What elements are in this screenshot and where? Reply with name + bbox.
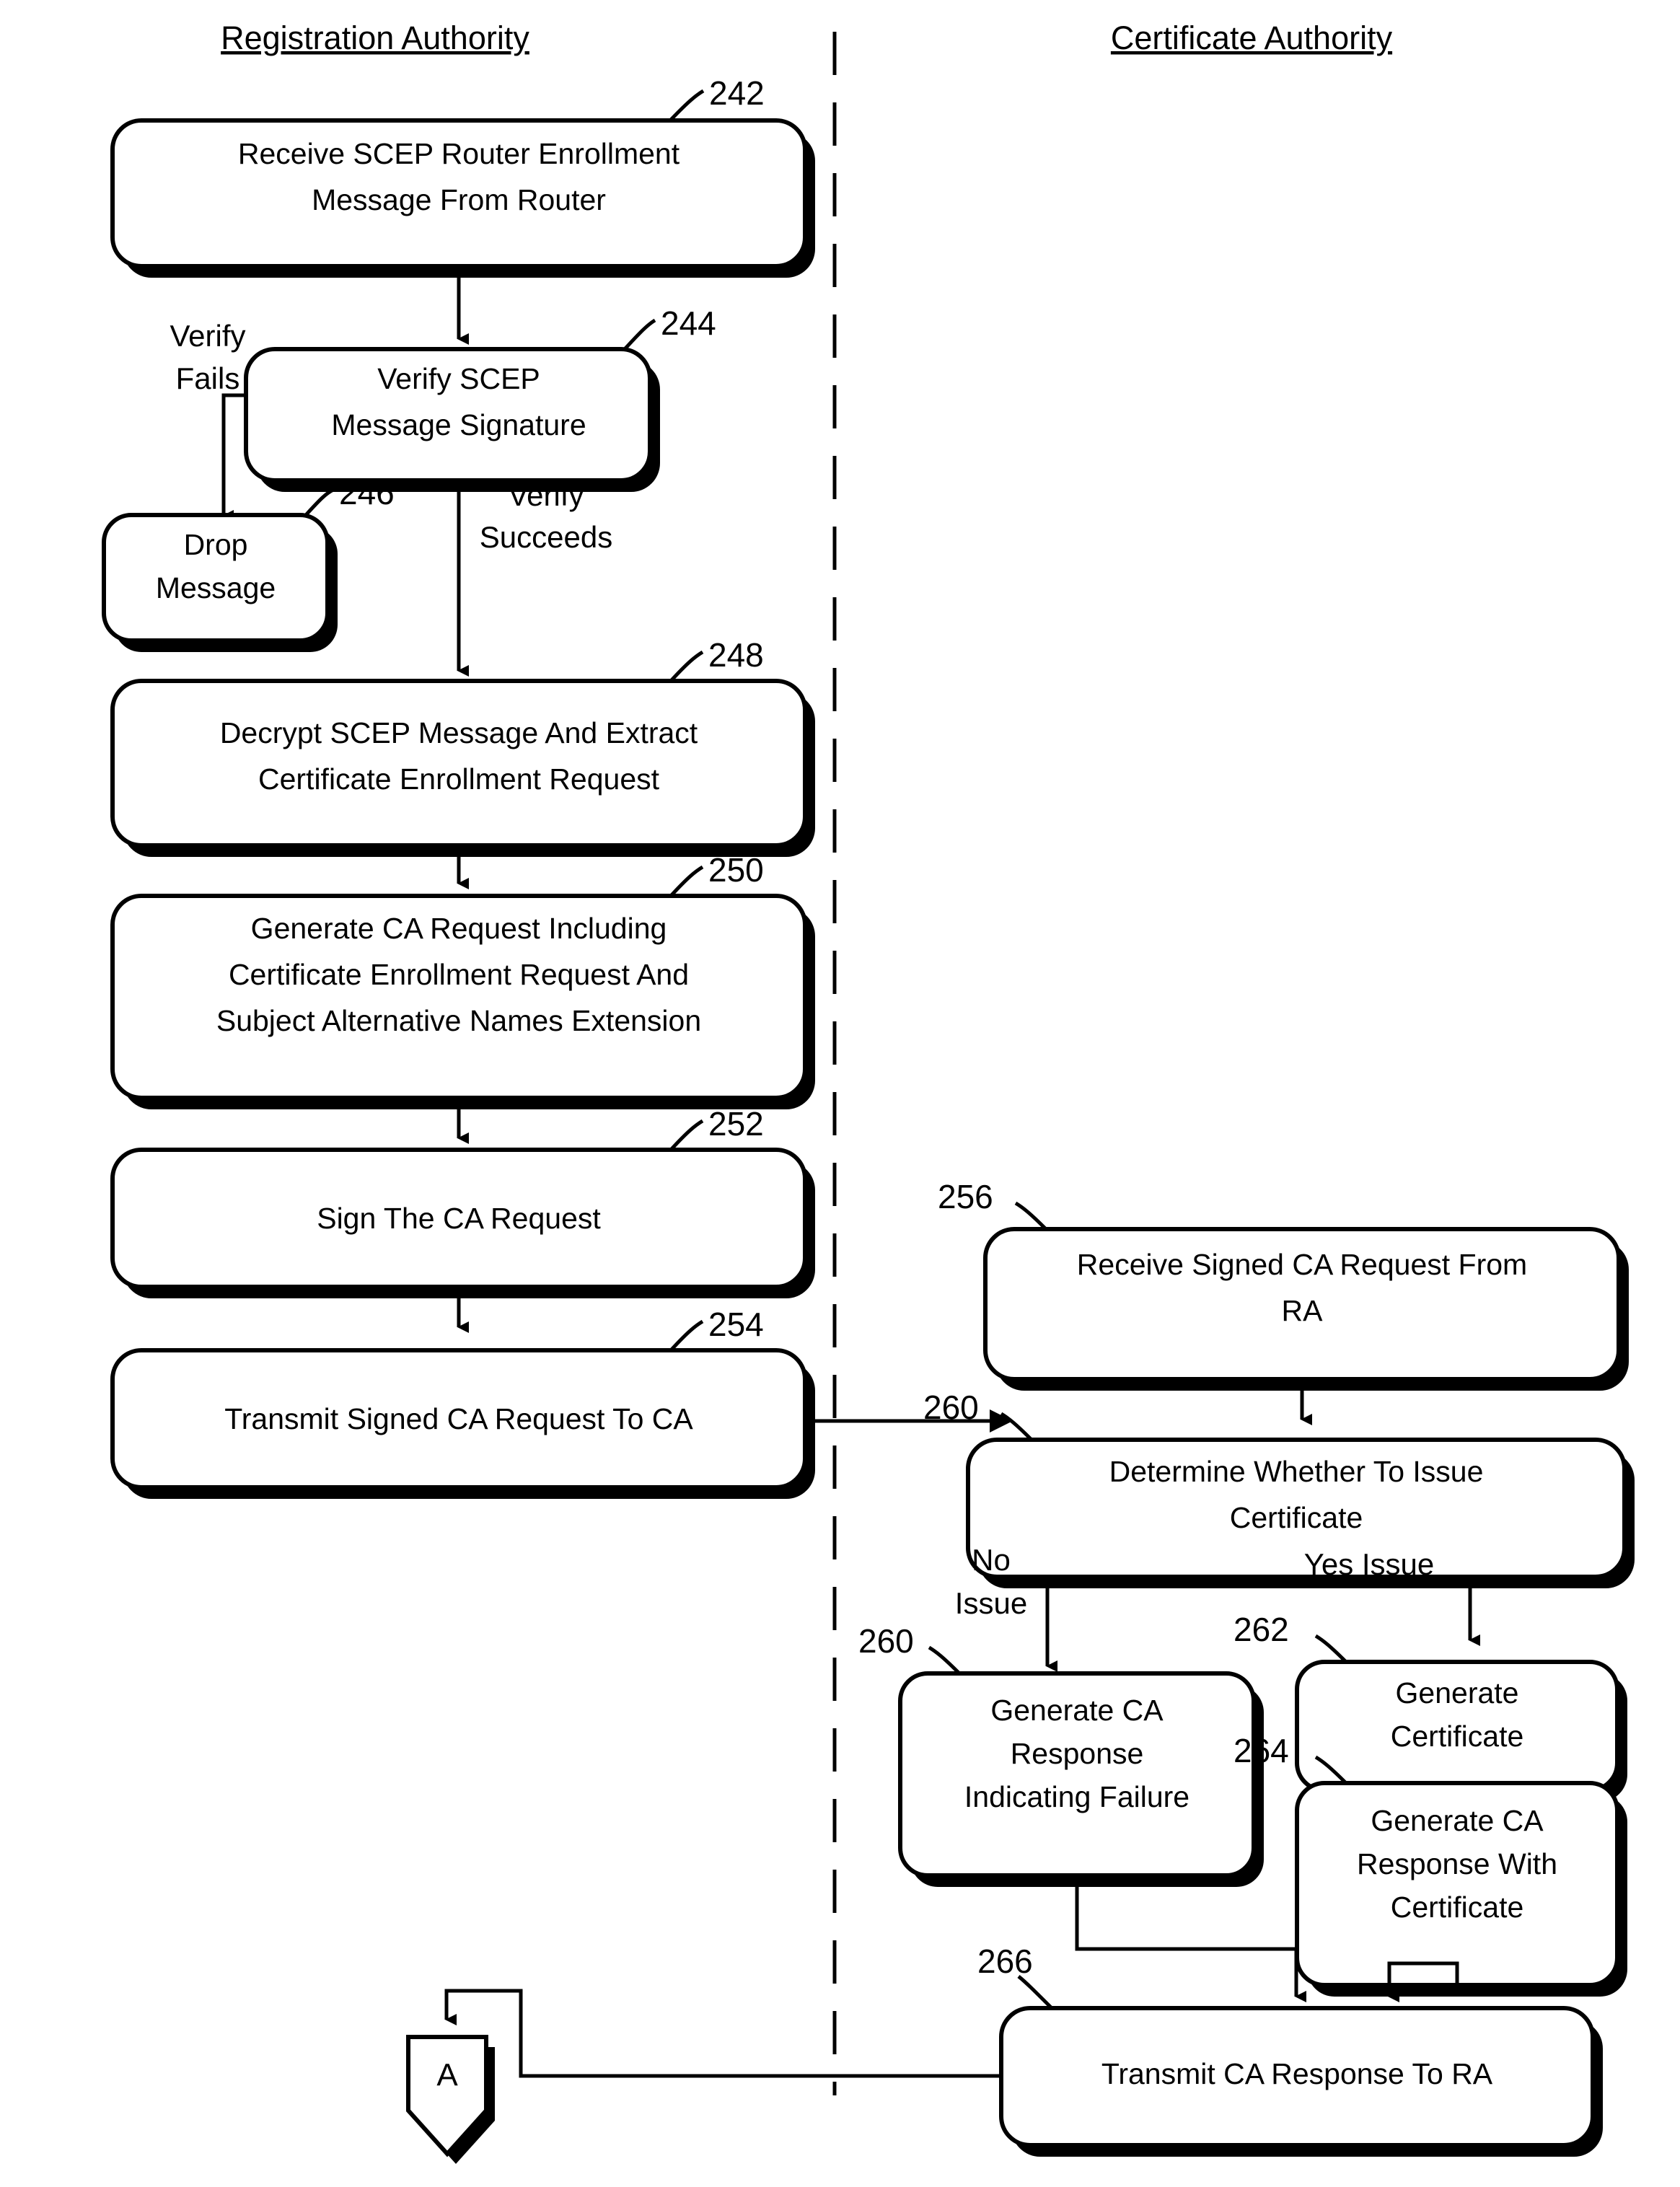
verify-succeeds-line-2: Succeeds (480, 520, 612, 554)
node-260-line-1: Generate CA (990, 1694, 1164, 1727)
leader-256 (1014, 1201, 1047, 1231)
ref-number-260: 260 (858, 1622, 914, 1660)
edge-label-yes-issue: Yes Issue (1304, 1547, 1435, 1581)
leader-258 (1000, 1412, 1033, 1441)
node-248-line-1: Decrypt SCEP Message And Extract (220, 716, 698, 749)
edge-244-to-246 (221, 393, 246, 522)
node-242: Receive SCEP Router Enrollment Message F… (110, 74, 815, 278)
lane-title-registration-authority: Registration Authority (221, 19, 529, 56)
node-252: Sign The CA Request 252 (110, 1105, 815, 1298)
leader-250 (669, 865, 704, 897)
node-242-line-2: Message From Router (312, 183, 606, 216)
flowchart-canvas: Registration Authority Certificate Autho… (102, 19, 1635, 2164)
ref-number-256: 256 (938, 1178, 993, 1215)
node-248: Decrypt SCEP Message And Extract Certifi… (110, 636, 815, 857)
edge-266-to-connector-a (444, 1989, 1001, 2078)
leader-244 (623, 318, 656, 351)
leader-254 (669, 1319, 704, 1352)
node-260-line-2: Response (1011, 1737, 1144, 1770)
node-244-line-2: Message Signature (331, 408, 586, 441)
node-258-line-1: Determine Whether To Issue (1109, 1455, 1484, 1488)
lane-title-ca-label: Certificate Authority (1111, 19, 1393, 56)
node-250-line-2: Certificate Enrollment Request And (229, 958, 689, 991)
node-262-line-2: Certificate (1391, 1720, 1524, 1753)
node-246-line-1: Drop (184, 528, 248, 561)
ref-number-244: 244 (661, 304, 716, 342)
verify-succeeds-line-1: Verify (508, 478, 584, 512)
node-248-line-2: Certificate Enrollment Request (258, 762, 660, 796)
node-252-line-1: Sign The CA Request (317, 1202, 601, 1235)
node-260-line-3: Indicating Failure (964, 1780, 1189, 1813)
verify-fails-line-1: Verify (170, 319, 245, 353)
no-issue-line-1: No (972, 1543, 1011, 1577)
node-250-line-3: Subject Alternative Names Extension (216, 1004, 701, 1037)
node-246-line-2: Message (156, 571, 276, 604)
node-262: Generate Certificate 262 (1233, 1611, 1627, 1802)
node-256: Receive Signed CA Request From RA 256 (938, 1178, 1629, 1391)
node-244: Verify SCEP Message Signature 244 (244, 304, 716, 492)
edge-260-to-266 (1075, 1883, 1306, 2002)
lane-title-ra-label: Registration Authority (221, 19, 529, 56)
offpage-connector-a-label: A (436, 2058, 458, 2093)
node-264-line-3: Certificate (1391, 1891, 1524, 1924)
node-260: Generate CA Response Indicating Failure … (858, 1622, 1264, 1887)
ref-number-264: 264 (1233, 1732, 1289, 1769)
node-254: Transmit Signed CA Request To CA 254 (110, 1306, 815, 1499)
ref-number-242: 242 (709, 74, 765, 112)
node-254-line-1: Transmit Signed CA Request To CA (224, 1402, 693, 1435)
leader-252 (669, 1119, 704, 1151)
edge-label-verify-fails: Verify Fails (170, 319, 245, 395)
yes-issue-line-1: Yes Issue (1304, 1547, 1435, 1581)
ref-number-254: 254 (708, 1306, 764, 1343)
node-266-line-1: Transmit CA Response To RA (1101, 2057, 1493, 2090)
node-250-line-1: Generate CA Request Including (251, 912, 667, 945)
node-262-line-1: Generate (1396, 1676, 1519, 1709)
no-issue-line-2: Issue (955, 1586, 1027, 1620)
leader-262 (1314, 1634, 1347, 1663)
leader-248 (669, 650, 704, 682)
leader-242 (669, 89, 705, 121)
node-256-line-1: Receive Signed CA Request From (1077, 1248, 1527, 1281)
node-258-line-2: Certificate (1230, 1501, 1363, 1534)
leader-260 (928, 1645, 961, 1675)
ref-number-250: 250 (708, 851, 764, 889)
node-264-line-2: Response With (1357, 1847, 1557, 1880)
ref-number-258: 260 (923, 1389, 979, 1426)
ref-number-266: 266 (977, 1942, 1033, 1980)
offpage-connector-a: A (406, 2035, 495, 2164)
ref-number-246: 246 (339, 474, 395, 511)
leader-266 (1017, 1975, 1053, 2010)
leader-246 (304, 488, 335, 516)
lane-title-certificate-authority: Certificate Authority (1111, 19, 1393, 56)
verify-fails-line-2: Fails (176, 361, 240, 395)
node-256-line-2: RA (1282, 1294, 1324, 1327)
patent-flowchart-figure: Registration Authority Certificate Autho… (0, 0, 1680, 2187)
node-246: Drop Message 246 (102, 474, 395, 652)
node-244-line-1: Verify SCEP (377, 362, 540, 395)
node-258: Determine Whether To Issue Certificate 2… (923, 1389, 1635, 1588)
node-250: Generate CA Request Including Certificat… (110, 851, 815, 1109)
node-264-line-1: Generate CA (1371, 1804, 1544, 1837)
ref-number-252: 252 (708, 1105, 764, 1143)
ref-number-248: 248 (708, 636, 764, 674)
node-242-line-1: Receive SCEP Router Enrollment (238, 137, 680, 170)
ref-number-262: 262 (1233, 1611, 1289, 1648)
